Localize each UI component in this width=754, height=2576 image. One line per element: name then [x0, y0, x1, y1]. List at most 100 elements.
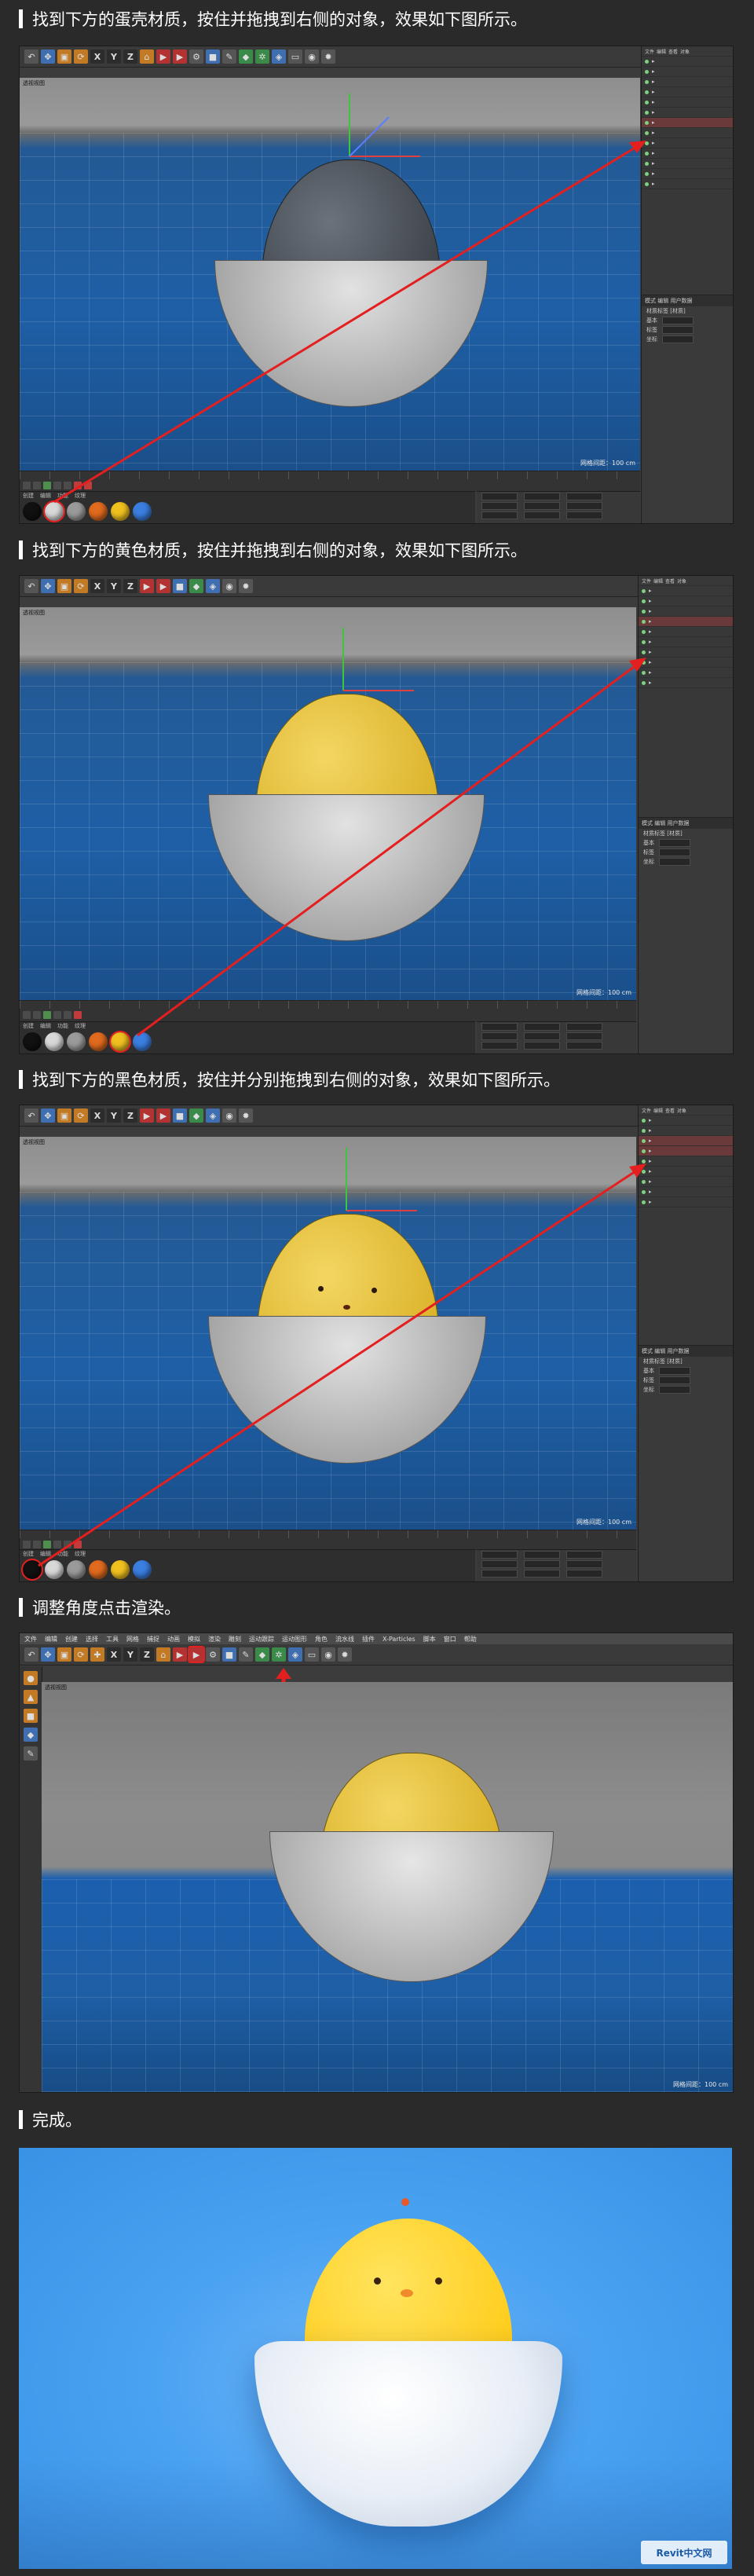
coord-row[interactable] — [477, 492, 640, 501]
go-end-button[interactable] — [64, 1540, 71, 1548]
perspective-viewport[interactable]: 透视视图 网格间距：100 cm — [20, 78, 640, 471]
axis-z-button[interactable]: Z — [123, 579, 137, 593]
tree-row[interactable]: ▸ — [642, 77, 733, 87]
camera-icon[interactable]: ◉ — [222, 579, 236, 593]
material-orange[interactable] — [89, 1032, 108, 1051]
axis-y-button[interactable]: Y — [107, 1108, 121, 1123]
tree-row-selected[interactable]: ▸ — [639, 1136, 733, 1146]
next-frame-button[interactable] — [53, 481, 61, 489]
rotate-tool-icon[interactable]: ⟳ — [74, 579, 88, 593]
axis-x-button[interactable]: X — [90, 579, 104, 593]
render-settings-icon[interactable]: ⚙ — [189, 49, 203, 64]
material-orange[interactable] — [89, 1560, 108, 1579]
coord-row[interactable] — [477, 1041, 636, 1050]
move-tool-icon[interactable]: ✥ — [41, 49, 55, 64]
axis-x-button[interactable]: X — [90, 1108, 104, 1123]
coord-row[interactable] — [477, 511, 640, 520]
material-yellow[interactable] — [111, 1560, 130, 1579]
axis-y-button[interactable]: Y — [107, 579, 121, 593]
material-grey[interactable] — [67, 502, 86, 521]
coord-row[interactable] — [477, 1031, 636, 1041]
axis-z-button[interactable]: Z — [123, 49, 137, 64]
material-white[interactable] — [45, 1560, 64, 1579]
timeline[interactable] — [20, 1000, 636, 1021]
array-icon[interactable]: ✲ — [255, 49, 269, 64]
tree-row[interactable]: ▸ — [639, 606, 733, 617]
tool-icon[interactable]: ◆ — [24, 1728, 38, 1742]
floor-icon[interactable]: ▭ — [288, 49, 302, 64]
deformer-icon[interactable]: ◈ — [206, 579, 220, 593]
timeline-ruler[interactable] — [20, 471, 640, 479]
tree-row[interactable]: ▸ — [642, 148, 733, 159]
attribute-manager[interactable]: 模式 编辑 用户数据 材质标签 [材质] 基本 标签 坐标 — [639, 817, 733, 1053]
prev-frame-button[interactable] — [33, 481, 41, 489]
undo-icon[interactable]: ↶ — [24, 1108, 38, 1123]
tree-row[interactable]: ▸ — [639, 658, 733, 668]
attr-row[interactable]: 基本 — [639, 838, 733, 848]
material-yellow[interactable] — [109, 1031, 131, 1053]
prev-frame-button[interactable] — [33, 1540, 41, 1548]
attr-row[interactable]: 坐标 — [639, 1385, 733, 1394]
coord-row[interactable] — [477, 501, 640, 511]
tree-row[interactable]: ▸ — [642, 179, 733, 189]
perspective-viewport[interactable]: 透视视图 网格间距：100 cm — [20, 1137, 636, 1530]
tree-row[interactable]: ▸ — [642, 128, 733, 138]
material-blue[interactable] — [133, 1560, 152, 1579]
render-view-icon[interactable]: ▶ — [140, 579, 154, 593]
render-picture-viewer-icon[interactable]: ▶ — [156, 579, 170, 593]
subdivision-icon[interactable]: ◆ — [239, 49, 253, 64]
attr-row[interactable]: 标签 — [639, 1376, 733, 1385]
light-icon[interactable]: ✹ — [321, 49, 335, 64]
go-end-button[interactable] — [64, 1010, 71, 1019]
move-tool-icon[interactable]: ✥ — [41, 579, 55, 593]
next-frame-button[interactable] — [53, 1010, 61, 1019]
rotate-tool-icon[interactable]: ⟳ — [74, 49, 88, 64]
material-yellow[interactable] — [111, 502, 130, 521]
tree-row[interactable]: ▸ — [642, 159, 733, 169]
scale-tool-icon[interactable]: ▣ — [57, 1108, 71, 1123]
attr-row[interactable]: 基本 — [642, 316, 733, 325]
tree-row[interactable]: ▸ — [642, 57, 733, 67]
attribute-manager[interactable]: 模式 编辑 用户数据 材质标签 [材质] 基本 标签 坐标 — [642, 295, 733, 523]
render-view-icon[interactable]: ▶ — [156, 49, 170, 64]
play-button[interactable] — [43, 1010, 51, 1019]
scale-tool-icon[interactable]: ▣ — [57, 579, 71, 593]
prev-frame-button[interactable] — [33, 1010, 41, 1019]
tree-row[interactable]: ▸ — [639, 668, 733, 678]
autokey-button[interactable] — [84, 481, 92, 489]
coordinate-system-icon[interactable]: ⌂ — [140, 49, 154, 64]
tool-icon[interactable]: ■ — [24, 1709, 38, 1723]
record-button[interactable] — [74, 1540, 82, 1548]
attr-row[interactable]: 基本 — [639, 1366, 733, 1376]
tree-row[interactable]: ▸ — [639, 1126, 733, 1136]
go-start-button[interactable] — [23, 1540, 31, 1548]
tool-icon[interactable]: ● — [24, 1671, 38, 1685]
attribute-manager[interactable]: 模式 编辑 用户数据 材质标签 [材质] 基本 标签 坐标 — [639, 1345, 733, 1581]
object-manager[interactable]: 文件 编辑 查看 对象 ▸ ▸ ▸ ▸ ▸ ▸ ▸ ▸ ▸ 模式 编辑 用户数据 材质… — [638, 1105, 733, 1581]
tree-row[interactable]: ▸ — [639, 647, 733, 658]
perspective-viewport[interactable]: 透视视图 网格间距：100 cm — [20, 607, 636, 1000]
deformer-icon[interactable]: ◈ — [272, 49, 286, 64]
pen-icon[interactable]: ✎ — [222, 49, 236, 64]
tree-row[interactable]: ▸ — [639, 596, 733, 606]
material-grey[interactable] — [67, 1560, 86, 1579]
coord-row[interactable] — [477, 1022, 636, 1031]
material-grey[interactable] — [67, 1032, 86, 1051]
render-picture-viewer-icon[interactable]: ▶ — [156, 1108, 170, 1123]
attr-row[interactable]: 标签 — [639, 848, 733, 857]
tool-icon[interactable]: ✎ — [24, 1746, 38, 1761]
subdivision-icon[interactable]: ◆ — [189, 1108, 203, 1123]
tree-row[interactable]: ▸ — [639, 637, 733, 647]
tree-row[interactable]: ▸ — [639, 586, 733, 596]
tree-row[interactable]: ▸ — [642, 67, 733, 77]
timeline[interactable] — [20, 1530, 636, 1551]
next-frame-button[interactable] — [53, 1540, 61, 1548]
tree-row[interactable]: ▸ — [639, 678, 733, 688]
axis-y-button[interactable]: Y — [107, 49, 121, 64]
tree-row-selected[interactable]: ▸ — [639, 1146, 733, 1156]
tree-row[interactable]: ▸ — [639, 627, 733, 637]
material-blue[interactable] — [133, 502, 152, 521]
record-button[interactable] — [74, 481, 82, 489]
timeline-ruler[interactable] — [20, 1001, 636, 1009]
tree-row[interactable]: ▸ — [639, 1197, 733, 1207]
